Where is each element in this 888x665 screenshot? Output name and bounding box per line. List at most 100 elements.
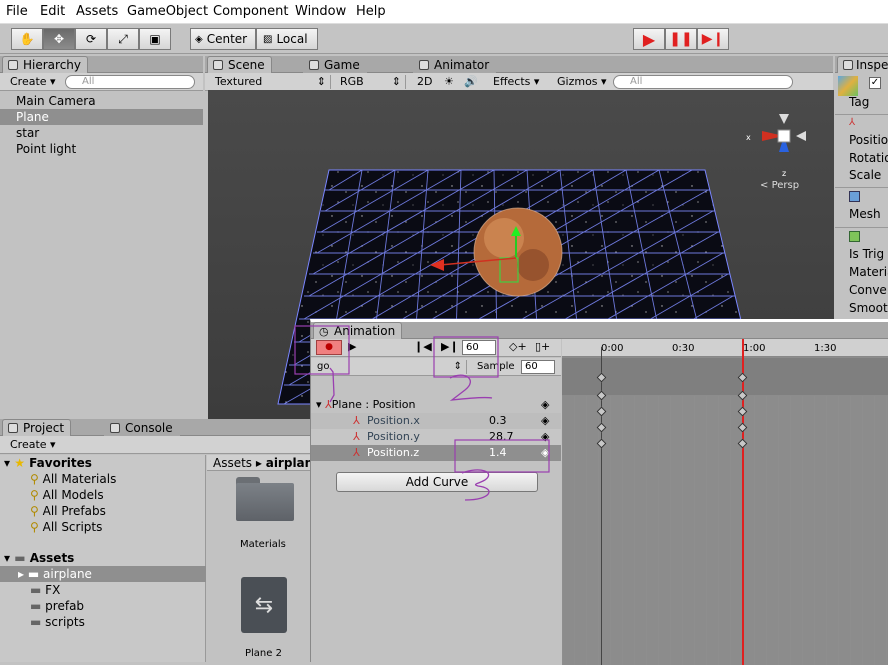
property-row-y[interactable]: ⅄ Position.y 28.7 ◈ (311, 429, 561, 445)
rect-tool-button[interactable]: ▣ (139, 28, 171, 50)
tab-scene[interactable]: Scene (207, 56, 272, 73)
scene-icon (213, 60, 223, 70)
property-value[interactable]: 0.3 (489, 413, 507, 429)
hierarchy-search-input[interactable]: All (65, 75, 195, 89)
clock-icon: ◷ (319, 325, 329, 338)
effects-label: Effects (493, 75, 531, 88)
rotate-icon: ⟳ (85, 32, 97, 46)
audio-toggle[interactable]: 🔊 (460, 75, 478, 89)
sample-input[interactable]: 60 (521, 360, 555, 374)
timeline-area[interactable]: 0:00 0:30 1:00 1:30 (562, 339, 888, 665)
render-mode-label: RGB (340, 75, 364, 88)
move-tool-button[interactable]: ✥ (43, 28, 75, 50)
gizmos-dropdown[interactable]: Gizmos ▾ (553, 75, 607, 89)
lighting-toggle[interactable]: ☀ (440, 75, 454, 89)
effects-dropdown[interactable]: Effects ▾ (489, 75, 543, 89)
breadcrumb-airplane[interactable]: airplan (266, 456, 312, 470)
keyframe-diamond-icon[interactable]: ◈ (541, 413, 549, 429)
breadcrumb-assets[interactable]: Assets (213, 456, 252, 470)
folder-label: scripts (45, 615, 85, 629)
play-button[interactable]: ▶ (633, 28, 665, 50)
property-row-x[interactable]: ⅄ Position.x 0.3 ◈ (311, 413, 561, 429)
rotate-tool-button[interactable]: ⟳ (75, 28, 107, 50)
menu-help[interactable]: Help (356, 4, 386, 19)
project-subbar: Create ▾ (0, 436, 312, 454)
play-animation-button[interactable]: ▶ (348, 340, 356, 353)
cube-icon: ▨ (263, 33, 273, 45)
shading-dropdown[interactable]: Textured ⇕ (211, 75, 331, 89)
render-mode-dropdown[interactable]: RGB ⇕ (336, 75, 406, 89)
keyframe-diamond-icon[interactable]: ◈ (541, 397, 549, 413)
pause-button[interactable]: ❚❚ (665, 28, 697, 50)
record-button[interactable]: ● (316, 340, 342, 355)
folder-label: airplane (43, 567, 92, 581)
hierarchy-item-plane[interactable]: Plane (0, 109, 203, 125)
hierarchy-item-point-light[interactable]: Point light (0, 141, 203, 157)
clip-dropdown[interactable]: go ⇕ (317, 360, 467, 374)
tab-project[interactable]: Project (2, 419, 72, 436)
gizmos-label: Gizmos (557, 75, 598, 88)
inspector-icon (843, 60, 853, 70)
menu-window[interactable]: Window (295, 4, 346, 19)
scale-tool-button[interactable]: ⤢ (107, 28, 139, 50)
folder-prefab[interactable]: ▬ prefab (30, 598, 84, 614)
folder-airplane[interactable]: ▸ ▬ airplane (18, 566, 92, 582)
playhead[interactable] (742, 339, 744, 665)
property-row-z[interactable]: ⅄ Position.z 1.4 ◈ (311, 445, 561, 461)
assets-node[interactable]: ▾ ▬ Assets (4, 550, 74, 566)
menu-edit[interactable]: Edit (40, 4, 65, 19)
tab-inspector[interactable]: Inspe (837, 56, 888, 73)
curve-group-row[interactable]: ▾ ⅄Plane : Position ◈ (311, 397, 561, 413)
tab-animator[interactable]: Animator (413, 56, 497, 73)
persp-label[interactable]: < Persp (760, 180, 799, 191)
hierarchy-item-main-camera[interactable]: Main Camera (0, 93, 203, 109)
planet-sphere[interactable] (473, 207, 563, 297)
toggle-2d-button[interactable]: 2D (413, 75, 432, 89)
prev-keyframe-button[interactable]: ❙◀ (414, 340, 432, 353)
tab-animation[interactable]: ◷ Animation (313, 322, 403, 339)
step-button[interactable]: ▶❙ (697, 28, 729, 50)
project-tab-label: Project (23, 421, 65, 435)
menu-file[interactable]: File (6, 4, 28, 19)
menu-gameobject[interactable]: GameObject (127, 4, 208, 19)
hierarchy-item-star[interactable]: star (0, 125, 203, 141)
next-keyframe-button[interactable]: ▶❙ (441, 340, 459, 353)
sample-label: Sample (477, 361, 515, 372)
active-checkbox[interactable]: ✓ (869, 77, 881, 89)
materials-folder-icon[interactable] (236, 477, 294, 521)
frame-input[interactable]: 60 (462, 340, 496, 355)
property-value[interactable]: 28.7 (489, 429, 514, 445)
menu-assets[interactable]: Assets (76, 4, 118, 19)
tab-game[interactable]: Game (303, 56, 367, 73)
keyframe-diamond-icon[interactable]: ◈ (541, 445, 549, 461)
hand-tool-button[interactable]: ✋ (11, 28, 43, 50)
tag-label: Tag (849, 95, 870, 109)
folder-fx[interactable]: ▬ FX (30, 582, 60, 598)
material-label: Materia (849, 265, 888, 279)
scene-search-input[interactable]: All (613, 75, 793, 89)
add-event-button[interactable]: ▯+ (535, 340, 550, 353)
convex-label: Conve (849, 283, 887, 297)
favorite-all-prefabs[interactable]: ⚲ All Prefabs (30, 503, 106, 519)
tab-hierarchy[interactable]: Hierarchy (2, 56, 89, 73)
scene-tab-label: Scene (228, 58, 265, 72)
favorites-node[interactable]: ▾ ★ Favorites (4, 455, 92, 471)
add-curve-button[interactable]: Add Curve (336, 472, 538, 492)
hierarchy-create-dropdown[interactable]: Create ▾ (6, 75, 56, 89)
menu-component[interactable]: Component (213, 4, 288, 19)
scene-orientation-gizmo[interactable]: x z < Persp (746, 114, 806, 191)
pivot-center-button[interactable]: ◈ Center (190, 28, 256, 50)
favorite-all-materials[interactable]: ⚲ All Materials (30, 471, 116, 487)
timeline-grid (562, 396, 888, 665)
property-value[interactable]: 1.4 (489, 445, 507, 461)
prefab-icon[interactable]: ⇆ (241, 577, 287, 633)
favorite-all-scripts[interactable]: ⚲ All Scripts (30, 519, 102, 535)
pivot-local-button[interactable]: ▨ Local (256, 28, 318, 50)
animation-window: ◷ Animation ● ▶ ❙◀ ▶❙ 60 ◇+ ▯+ go ⇕ Sample… (310, 319, 888, 665)
folder-scripts[interactable]: ▬ scripts (30, 614, 85, 630)
add-keyframe-button[interactable]: ◇+ (509, 340, 527, 353)
favorite-all-models[interactable]: ⚲ All Models (30, 487, 104, 503)
keyframe-diamond-icon[interactable]: ◈ (541, 429, 549, 445)
project-create-dropdown[interactable]: Create ▾ (6, 438, 56, 452)
tab-console[interactable]: Console (104, 419, 180, 436)
